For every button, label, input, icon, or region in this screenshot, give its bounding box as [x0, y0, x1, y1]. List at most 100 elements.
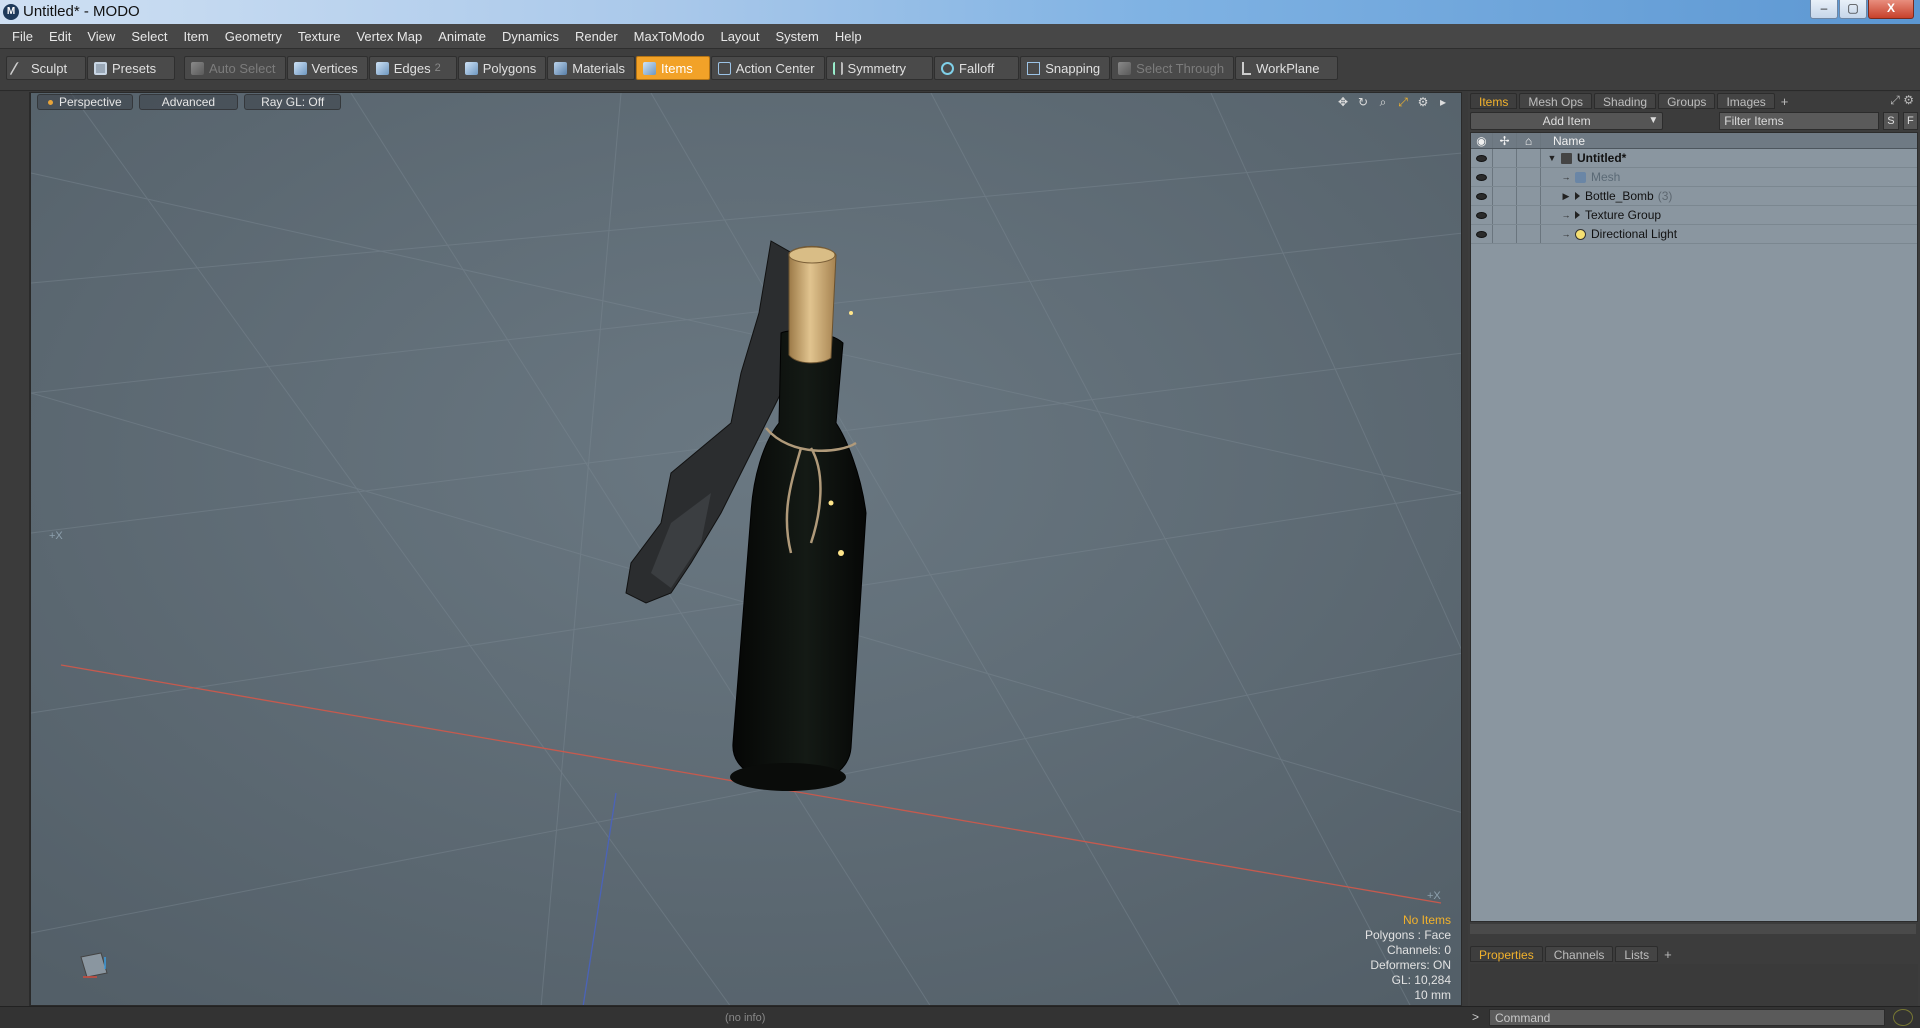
name-column-header[interactable]: Name: [1541, 134, 1585, 148]
tree-row-directional-light[interactable]: → Directional Light: [1471, 225, 1917, 244]
tab-properties[interactable]: Properties: [1470, 946, 1543, 962]
toolbar-left-group: Sculpt Presets: [6, 56, 176, 80]
rotate-icon[interactable]: ↻: [1355, 94, 1371, 110]
symmetry-label: Symmetry: [847, 60, 907, 76]
status-bar: (no info) >: [0, 1006, 1920, 1028]
select-through-button[interactable]: Select Through: [1111, 56, 1235, 80]
action-center-button[interactable]: Action Center: [710, 56, 825, 80]
tab-lists[interactable]: Lists: [1615, 946, 1659, 962]
name-cell: → Texture Group: [1541, 208, 1662, 222]
shading-style-dropdown[interactable]: Advanced: [138, 94, 239, 110]
filter-items-input[interactable]: [1719, 112, 1880, 130]
status-info: (no info): [725, 1012, 766, 1024]
tab-mesh-ops[interactable]: Mesh Ops: [1519, 93, 1593, 109]
workplane-button[interactable]: WorkPlane: [1235, 56, 1339, 80]
cork-top: [788, 246, 836, 264]
highlight-3: [849, 311, 853, 315]
view-mode-dropdown[interactable]: Perspective: [37, 94, 133, 110]
add-tab-plus-icon[interactable]: +: [1781, 94, 1789, 109]
selection-info: No Items: [1402, 913, 1451, 927]
axis-label-right: +X: [1427, 890, 1441, 902]
lock-cell: [1493, 168, 1517, 186]
name-cell: ▼ Untitled*: [1541, 151, 1627, 165]
viewport-menu-arrow-icon[interactable]: ▸: [1435, 94, 1451, 110]
tab-items[interactable]: Items: [1470, 93, 1518, 109]
auto-select-icon: [191, 61, 204, 75]
menu-animate[interactable]: Animate: [430, 29, 494, 44]
menu-system[interactable]: System: [768, 29, 827, 44]
visibility-eye-icon[interactable]: [1471, 168, 1493, 186]
expand-down-icon[interactable]: ▼: [1547, 153, 1557, 163]
select-through-label: Select Through: [1136, 60, 1225, 76]
tree-horizontal-scrollbar[interactable]: [1470, 924, 1916, 934]
tree-row-bottle-bomb[interactable]: ▶ Bottle_Bomb (3): [1471, 187, 1917, 206]
menu-dynamics[interactable]: Dynamics: [494, 29, 567, 44]
maximize-viewport-icon[interactable]: ⤢: [1395, 94, 1411, 110]
visibility-column-eye-icon[interactable]: ◉: [1471, 133, 1493, 148]
menu-maxtomodo[interactable]: MaxToModo: [626, 29, 713, 44]
raygl-toggle[interactable]: Ray GL: Off: [244, 94, 342, 110]
menu-vertex-map[interactable]: Vertex Map: [348, 29, 430, 44]
visibility-eye-icon[interactable]: [1471, 206, 1493, 224]
tab-images[interactable]: Images: [1717, 93, 1775, 109]
tree-row-texture-group[interactable]: → Texture Group: [1471, 206, 1917, 225]
lock-column-icon[interactable]: ✢: [1493, 133, 1517, 148]
properties-panel-tabs: Properties Channels Lists +: [1468, 945, 1920, 963]
maximize-button[interactable]: ▢: [1839, 0, 1867, 19]
menu-select[interactable]: Select: [123, 29, 175, 44]
visibility-eye-icon[interactable]: [1471, 149, 1493, 167]
gl-info: GL: 10,284: [1391, 973, 1451, 987]
close-button[interactable]: X: [1868, 0, 1914, 19]
expand-right-icon[interactable]: ▶: [1561, 191, 1571, 202]
add-item-dropdown[interactable]: Add Item ▼: [1470, 112, 1664, 130]
visibility-eye-icon[interactable]: [1471, 225, 1493, 243]
snapping-button[interactable]: Snapping: [1020, 56, 1111, 80]
command-input[interactable]: [1489, 1009, 1885, 1026]
edges-button[interactable]: Edges 2: [368, 56, 457, 80]
modo-logo-icon: M: [3, 4, 19, 20]
menu-file[interactable]: File: [4, 29, 41, 44]
polygons-button[interactable]: Polygons: [457, 56, 547, 80]
menu-geometry[interactable]: Geometry: [217, 29, 290, 44]
menu-item[interactable]: Item: [175, 29, 216, 44]
menu-bar: File Edit View Select Item Geometry Text…: [0, 24, 1920, 48]
items-button[interactable]: Items: [635, 56, 710, 80]
symmetry-icon: [832, 61, 843, 75]
auto-select-button[interactable]: Auto Select: [184, 56, 286, 80]
3d-viewport[interactable]: Perspective Advanced Ray GL: Off ✥ ↻ ⌕ ⤢…: [30, 92, 1462, 1006]
sculpt-button[interactable]: Sculpt: [6, 56, 86, 80]
menu-layout[interactable]: Layout: [712, 29, 767, 44]
render-cell: [1517, 225, 1541, 243]
menu-view[interactable]: View: [79, 29, 123, 44]
s-button[interactable]: S: [1883, 112, 1899, 130]
channels-info: Channels: 0: [1386, 943, 1451, 957]
render-column-icon[interactable]: ⌂: [1517, 133, 1541, 148]
pan-icon[interactable]: ✥: [1335, 94, 1351, 110]
vertices-button[interactable]: Vertices: [286, 56, 368, 80]
command-history-icon[interactable]: [1893, 1009, 1913, 1026]
f-button[interactable]: F: [1902, 112, 1919, 130]
tab-shading[interactable]: Shading: [1594, 93, 1657, 109]
panel-expand-gear-icon[interactable]: ⤢ ⚙: [1890, 93, 1914, 108]
add-tab-plus-icon[interactable]: +: [1664, 947, 1672, 962]
materials-button[interactable]: Materials: [547, 56, 635, 80]
tree-row-mesh[interactable]: → Mesh: [1471, 168, 1917, 187]
menu-texture[interactable]: Texture: [290, 29, 349, 44]
symmetry-button[interactable]: Symmetry: [825, 56, 934, 80]
mesh-icon: [1575, 171, 1586, 183]
menu-edit[interactable]: Edit: [41, 29, 79, 44]
menu-help[interactable]: Help: [827, 29, 870, 44]
tab-channels[interactable]: Channels: [1544, 946, 1614, 962]
right-panel: Items Mesh Ops Shading Groups Images + ⤢…: [1468, 92, 1920, 1006]
view-mode-label: Perspective: [59, 95, 122, 109]
zoom-icon[interactable]: ⌕: [1375, 94, 1391, 110]
menu-render[interactable]: Render: [567, 29, 626, 44]
viewport-settings-gear-icon[interactable]: ⚙: [1415, 94, 1431, 110]
tree-row-untitled[interactable]: ▼ Untitled*: [1471, 149, 1917, 168]
falloff-button[interactable]: Falloff: [934, 56, 1020, 80]
tab-groups[interactable]: Groups: [1658, 93, 1716, 109]
action-center-label: Action Center: [735, 60, 815, 76]
visibility-eye-icon[interactable]: [1471, 187, 1493, 205]
minimize-button[interactable]: –: [1810, 0, 1838, 19]
presets-button[interactable]: Presets: [87, 56, 175, 80]
